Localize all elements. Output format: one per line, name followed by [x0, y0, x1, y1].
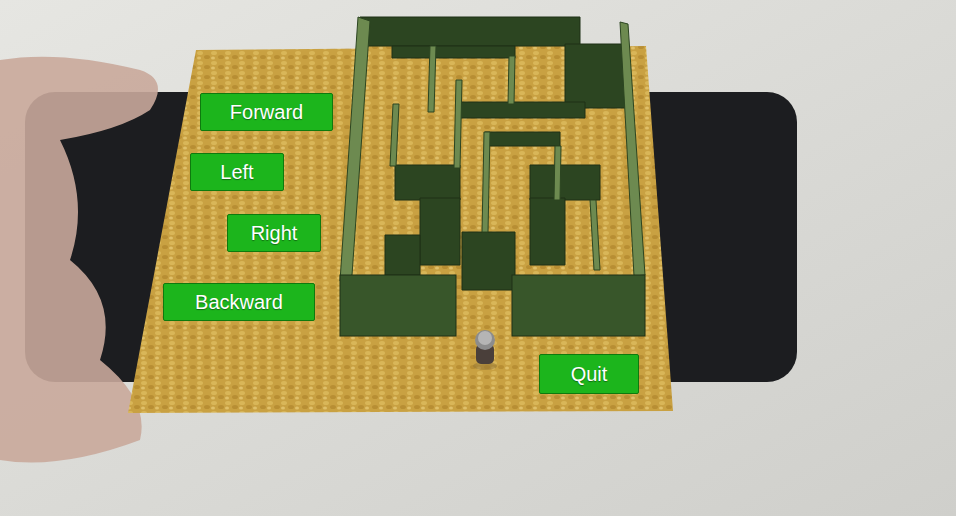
move-button[interactable]: Forward [200, 93, 333, 131]
maze-wall [462, 232, 515, 290]
maze-wall [360, 17, 580, 46]
move-button[interactable]: Backward [163, 283, 315, 321]
ar-scene-drawing [0, 0, 956, 516]
photo-background [0, 0, 956, 516]
quit-button[interactable]: Quit [539, 354, 639, 394]
maze-wall-side [508, 56, 515, 104]
ar-game-screen: Forward Left Right Backward Quit [0, 0, 956, 516]
maze-front-wall-left [340, 275, 456, 336]
maze-wall [385, 235, 420, 275]
maze-wall [392, 46, 515, 58]
maze-wall-side [482, 132, 490, 232]
maze-wall-side [620, 22, 645, 276]
maze-wall-side [428, 46, 436, 112]
maze-wall [395, 165, 460, 200]
maze-wall [485, 132, 560, 146]
maze-wall-side [340, 17, 370, 281]
player-character-icon [473, 330, 497, 370]
maze-wall-side [590, 200, 600, 270]
move-button[interactable]: Left [190, 153, 284, 191]
maze-wall [530, 165, 600, 200]
move-button[interactable]: Right [227, 214, 321, 252]
maze-wall-side [390, 104, 399, 166]
maze-front-wall-right [512, 275, 645, 336]
maze-wall [565, 44, 625, 108]
maze-wall [420, 198, 460, 265]
maze-wall [460, 102, 585, 118]
maze-wall-side [454, 80, 462, 168]
maze-wall-side [554, 146, 561, 200]
maze-wall [530, 198, 565, 265]
